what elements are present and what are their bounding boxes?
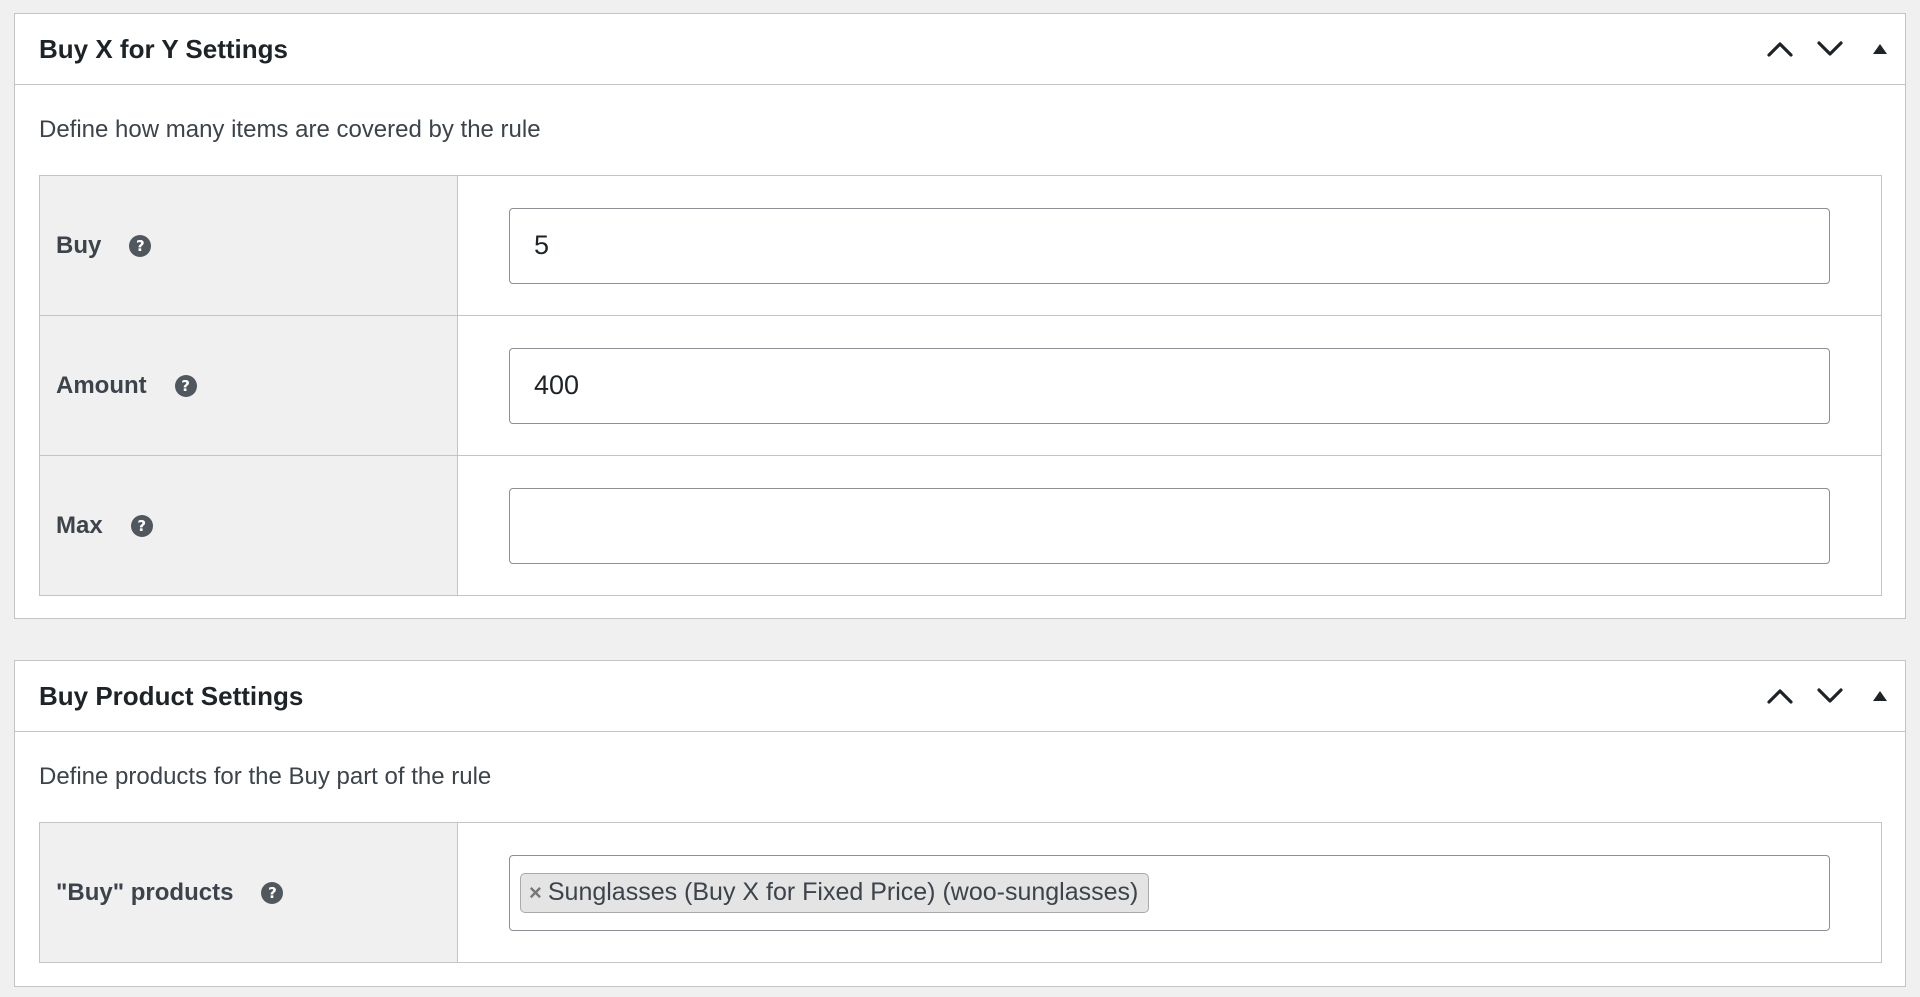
buy-label: Buy (56, 231, 102, 259)
toggle-arrow-icon (1873, 44, 1887, 54)
field-label-cell: Amount ? (39, 315, 458, 456)
chevron-up-icon (1767, 689, 1793, 704)
buy-product-settings-box: Buy Product Settings Define products for… (14, 660, 1906, 987)
move-down-button[interactable] (1805, 661, 1855, 731)
max-label: Max (56, 511, 103, 539)
buy-products-label: "Buy" products (56, 878, 234, 906)
box-content: Define how many items are covered by the… (15, 85, 1905, 596)
move-up-button[interactable] (1755, 14, 1805, 84)
move-down-button[interactable] (1805, 14, 1855, 84)
toggle-arrow-icon (1873, 691, 1887, 701)
chevron-down-icon (1817, 688, 1843, 703)
question-circle-icon[interactable]: ? (174, 374, 197, 397)
field-label-cell: Buy ? (39, 175, 458, 316)
settings-table: Buy ? Amount ? (39, 175, 1882, 596)
toggle-panel-button[interactable] (1855, 661, 1905, 731)
question-circle-icon[interactable]: ? (129, 234, 152, 257)
field-label-cell: "Buy" products ? (39, 822, 458, 963)
chevron-up-icon (1767, 42, 1793, 57)
remove-choice-icon[interactable]: × (529, 880, 542, 906)
chevron-down-icon (1817, 41, 1843, 56)
max-input[interactable] (509, 487, 1830, 564)
amount-input[interactable] (509, 347, 1830, 424)
table-row: Buy ? (39, 175, 1882, 316)
postbox-header: Buy Product Settings (15, 661, 1905, 732)
move-up-button[interactable] (1755, 661, 1805, 731)
field-input-cell (457, 455, 1882, 596)
settings-table: "Buy" products ? × Sunglasses (Buy X for… (39, 822, 1882, 963)
buy-x-for-y-settings-box: Buy X for Y Settings Define how many ite… (14, 13, 1906, 619)
box-description: Define how many items are covered by the… (39, 116, 541, 143)
postbox-header: Buy X for Y Settings (15, 14, 1905, 85)
selected-product-chip: × Sunglasses (Buy X for Fixed Price) (wo… (520, 872, 1150, 913)
box-content: Define products for the Buy part of the … (15, 732, 1905, 963)
box-description: Define products for the Buy part of the … (39, 763, 492, 790)
handle-actions (1755, 14, 1905, 84)
selected-product-text: Sunglasses (Buy X for Fixed Price) (woo-… (547, 878, 1139, 906)
field-input-cell: × Sunglasses (Buy X for Fixed Price) (wo… (457, 822, 1882, 963)
handle-actions (1755, 661, 1905, 731)
toggle-panel-button[interactable] (1855, 14, 1905, 84)
question-circle-icon[interactable]: ? (261, 881, 284, 904)
field-input-cell (457, 175, 1882, 316)
question-circle-icon[interactable]: ? (130, 514, 153, 537)
amount-label: Amount (56, 371, 147, 399)
buy-input[interactable] (509, 207, 1830, 284)
table-row: "Buy" products ? × Sunglasses (Buy X for… (39, 822, 1882, 963)
field-label-cell: Max ? (39, 455, 458, 596)
box-title: Buy Product Settings (39, 680, 304, 711)
table-row: Max ? (39, 455, 1882, 596)
box-title: Buy X for Y Settings (39, 33, 288, 64)
field-input-cell (457, 315, 1882, 456)
table-row: Amount ? (39, 315, 1882, 456)
buy-products-select[interactable]: × Sunglasses (Buy X for Fixed Price) (wo… (509, 854, 1830, 931)
